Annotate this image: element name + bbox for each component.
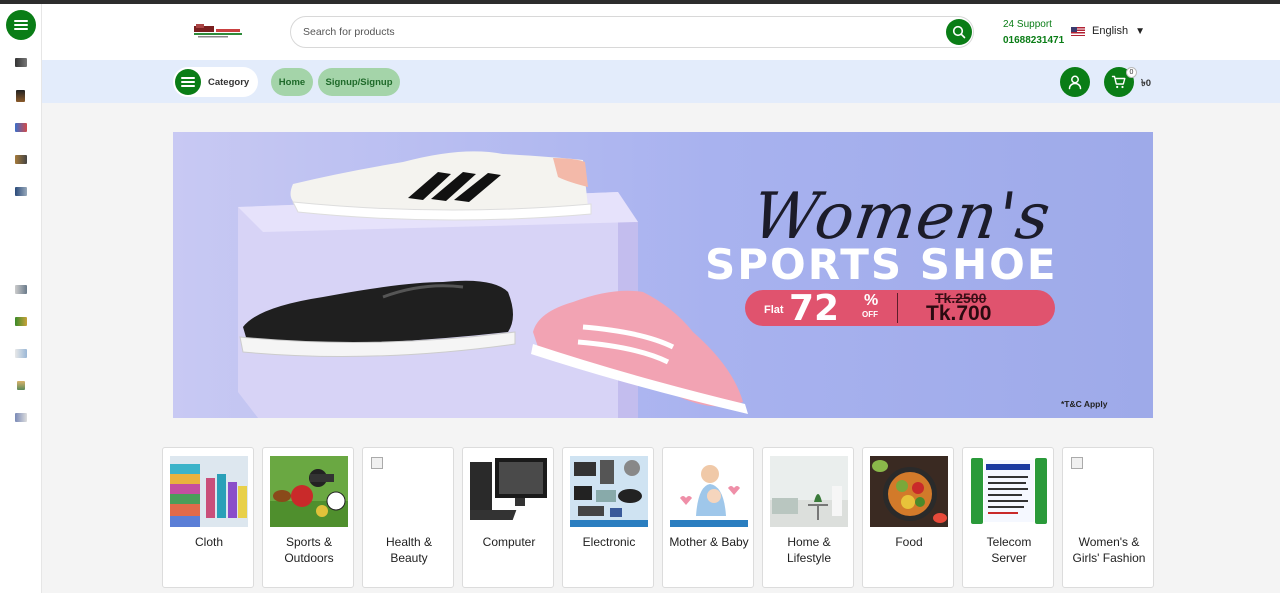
banner-terms: *T&C Apply [1061, 399, 1108, 409]
search-button[interactable] [946, 19, 972, 45]
category-label: Category [208, 76, 250, 88]
category-image [470, 456, 548, 527]
offer-percent-sign: % [864, 292, 879, 309]
category-image [970, 456, 1048, 527]
category-image [670, 456, 748, 527]
support-label: 24 Support [1003, 19, 1052, 30]
broken-image-icon [371, 457, 383, 469]
category-image [870, 456, 948, 527]
category-name: Telecom Server [986, 535, 1032, 565]
language-selector[interactable]: English ▼ [1071, 25, 1145, 37]
category-sidebar [0, 4, 42, 593]
cart-count-badge: 0 [1126, 67, 1137, 78]
category-name: Computer [482, 535, 536, 549]
site-logo[interactable] [192, 23, 244, 39]
sidebar-menu-button[interactable] [6, 10, 36, 40]
language-label: English [1092, 25, 1129, 37]
category-name: Food [895, 535, 923, 549]
hero-banner[interactable]: Women's SPORTS SHOE Flat 72 % OFF Tk.250… [173, 132, 1153, 418]
sidebar-category-thumb-8[interactable] [15, 349, 27, 358]
nav-home[interactable]: Home [271, 68, 313, 96]
category-name: Cloth [194, 535, 223, 549]
sidebar-category-thumb-4[interactable] [15, 155, 27, 164]
category-card-telecom-server[interactable]: Telecom Server [962, 447, 1054, 588]
offer-new-price: Tk.700 [926, 302, 992, 325]
category-card-computer[interactable]: Computer [462, 447, 554, 588]
category-menu-icon [175, 69, 201, 95]
offer-divider [897, 293, 898, 323]
category-menu-button[interactable]: Category [173, 67, 258, 97]
banner-title: SPORTS SHOE [705, 240, 1058, 289]
category-card-health-beauty[interactable]: Health & Beauty [362, 447, 454, 588]
cart-total: ৳0 [1141, 78, 1152, 89]
category-image [770, 456, 848, 527]
support-phone[interactable]: 01688231471 [1003, 33, 1064, 49]
sidebar-category-thumb-2[interactable] [16, 90, 25, 102]
broken-image-icon [1071, 457, 1083, 469]
cart-icon [1111, 75, 1126, 89]
category-card-electronic[interactable]: Electronic [562, 447, 654, 588]
category-name: Mother & Baby [669, 535, 749, 549]
category-name: Women's & Girls' Fashion [1072, 535, 1146, 565]
offer-discount: 72 [789, 288, 840, 329]
sidebar-category-thumb-6[interactable] [15, 285, 27, 294]
sidebar-category-thumb-7[interactable] [15, 317, 27, 326]
nav-signup[interactable]: Signup/Signup [318, 68, 400, 96]
category-image [170, 456, 248, 527]
chevron-down-icon: ▼ [1135, 25, 1145, 37]
category-image [270, 456, 348, 527]
search-input[interactable] [303, 23, 923, 41]
banner-offer-badge: Flat 72 % OFF Tk.2500 Tk.700 [745, 288, 1055, 329]
category-card-home-lifestyle[interactable]: Home & Lifestyle [762, 447, 854, 588]
sidebar-category-thumb-5[interactable] [15, 187, 27, 196]
support-info: 24 Support 01688231471 [1003, 17, 1064, 49]
category-image [570, 456, 648, 527]
category-card-womens-girls-fashion[interactable]: Women's & Girls' Fashion [1062, 447, 1154, 588]
category-name: Health & Beauty [385, 535, 433, 565]
category-name: Electronic [582, 535, 636, 549]
user-icon [1068, 75, 1082, 90]
us-flag-icon [1071, 26, 1085, 36]
category-name: Home & Lifestyle [786, 535, 832, 565]
search-bar [290, 16, 974, 48]
category-card-sports[interactable]: Sports & Outdoors [262, 447, 354, 588]
main-navbar: Category Home Signup/Signup 0 ৳0 [42, 60, 1280, 103]
search-icon [952, 25, 966, 39]
sidebar-category-thumb-1[interactable] [15, 58, 27, 67]
sidebar-category-thumb-3[interactable] [15, 123, 27, 132]
account-button[interactable] [1060, 67, 1090, 97]
hamburger-icon [181, 77, 195, 87]
offer-flat-label: Flat [764, 304, 784, 316]
category-card-food[interactable]: Food [862, 447, 954, 588]
category-name: Sports & Outdoors [284, 535, 334, 565]
sidebar-category-thumb-9[interactable] [17, 381, 25, 390]
sidebar-category-thumb-10[interactable] [15, 413, 27, 422]
hamburger-icon [14, 20, 28, 30]
site-header: 24 Support 01688231471 English ▼ [42, 4, 1280, 60]
offer-off-label: OFF [862, 310, 878, 319]
category-card-cloth[interactable]: Cloth [162, 447, 254, 588]
category-card-mother-baby[interactable]: Mother & Baby [662, 447, 754, 588]
